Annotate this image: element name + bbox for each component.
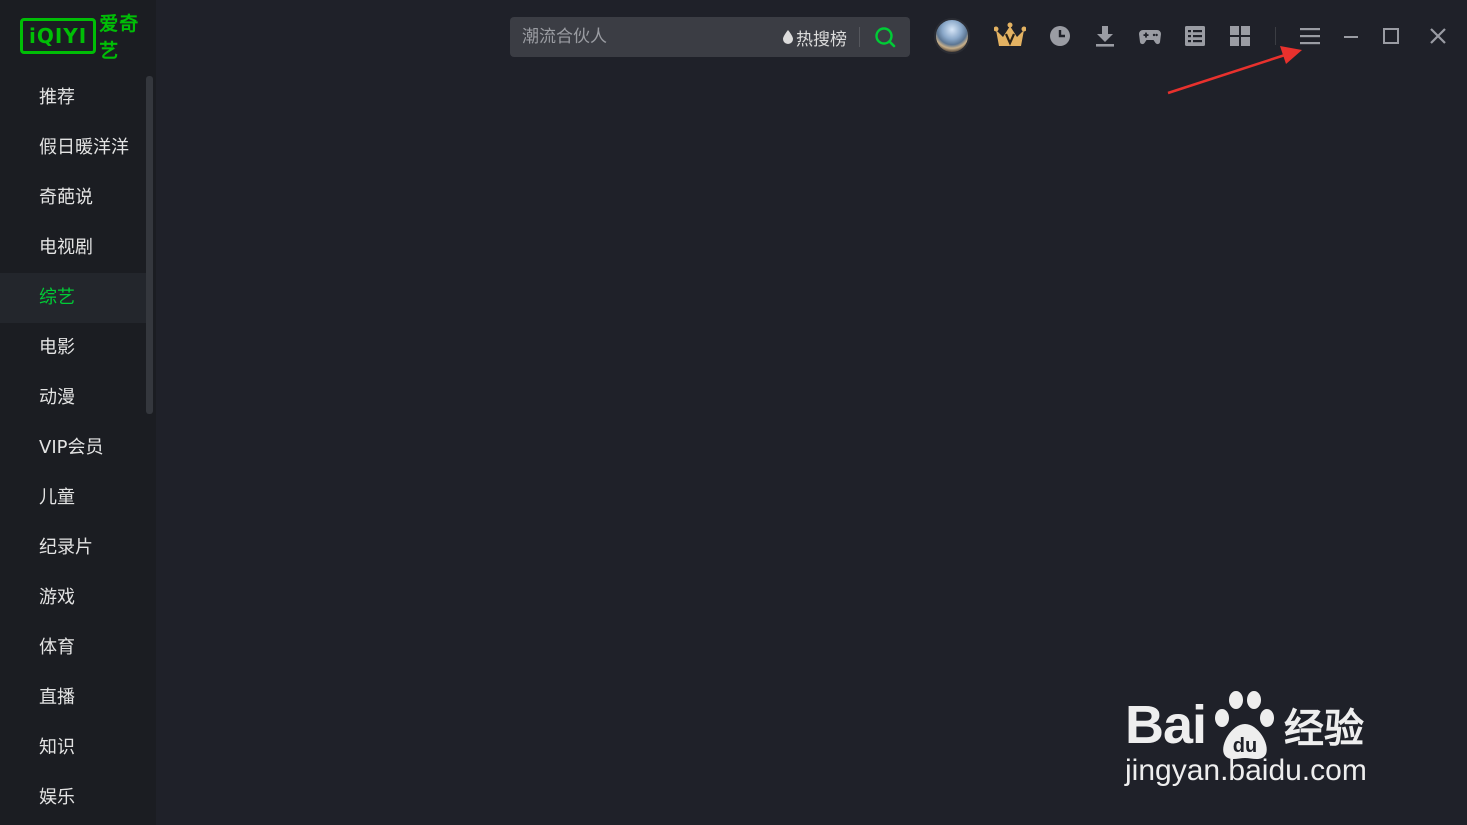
logo-name: 爱奇艺: [99, 13, 140, 62]
logo-mark: iQIYI: [20, 18, 97, 54]
sidebar-item-holiday[interactable]: 假日暖洋洋: [0, 123, 146, 173]
sidebar-item-documentary[interactable]: 纪录片: [0, 523, 146, 573]
sidebar-item-games[interactable]: 游戏: [0, 573, 146, 623]
baidu-paw-icon: du: [1215, 691, 1275, 759]
iqiyi-logo[interactable]: iQIYI 爱奇艺: [20, 13, 156, 62]
sidebar-nav: 推荐 假日暖洋洋 奇葩说 电视剧 综艺 电影 动漫 VIP会员 儿童 纪录片 游…: [0, 73, 146, 823]
sidebar-item-live[interactable]: 直播: [0, 673, 146, 723]
sidebar-item-variety[interactable]: 综艺: [0, 273, 146, 323]
sidebar-scrollbar[interactable]: [146, 76, 153, 414]
watermark-brand: Bai du 经验: [1125, 688, 1364, 762]
maximize-icon[interactable]: [1379, 24, 1403, 48]
user-avatar[interactable]: [934, 18, 970, 54]
menu-icon[interactable]: [1298, 24, 1322, 48]
sidebar-item-knowledge[interactable]: 知识: [0, 723, 146, 773]
flame-icon: [783, 30, 793, 44]
sidebar-item-entertainment[interactable]: 娱乐: [0, 773, 146, 823]
download-icon[interactable]: [1093, 24, 1117, 48]
sidebar-item-kids[interactable]: 儿童: [0, 473, 146, 523]
baidu-jingyan-watermark: Bai du 经验 jingyan.baidu.com: [1125, 668, 1405, 798]
sidebar-item-anime[interactable]: 动漫: [0, 373, 146, 423]
toolbar-divider: [1275, 27, 1276, 45]
hot-search-button[interactable]: 热搜榜: [783, 25, 847, 50]
close-icon[interactable]: [1426, 24, 1450, 48]
sidebar-item-recommend[interactable]: 推荐: [0, 73, 146, 123]
search-icon: [875, 27, 896, 48]
list-icon[interactable]: [1183, 24, 1207, 48]
search-input[interactable]: [510, 16, 783, 58]
watermark-url: jingyan.baidu.com: [1125, 754, 1367, 787]
sidebar-item-tv-series[interactable]: 电视剧: [0, 223, 146, 273]
gamepad-icon[interactable]: [1138, 24, 1162, 48]
sidebar: iQIYI 爱奇艺 推荐 假日暖洋洋 奇葩说 电视剧 综艺 电影 动漫 VIP会…: [0, 0, 156, 825]
apps-grid-icon[interactable]: [1228, 24, 1252, 48]
hot-search-label: 热搜榜: [796, 29, 847, 50]
sidebar-item-vip[interactable]: VIP会员: [0, 423, 146, 473]
minimize-icon[interactable]: [1339, 24, 1363, 48]
watermark-jingyan: 经验: [1284, 706, 1365, 752]
sidebar-item-movies[interactable]: 电影: [0, 323, 146, 373]
sidebar-item-sports[interactable]: 体育: [0, 623, 146, 673]
sidebar-item-qipashuo[interactable]: 奇葩说: [0, 173, 146, 223]
vip-crown-icon[interactable]: [994, 22, 1026, 50]
history-icon[interactable]: [1048, 24, 1072, 48]
search-button[interactable]: [860, 17, 910, 57]
watermark-bai: Bai: [1125, 695, 1207, 755]
search-bar: 热搜榜: [510, 16, 910, 58]
